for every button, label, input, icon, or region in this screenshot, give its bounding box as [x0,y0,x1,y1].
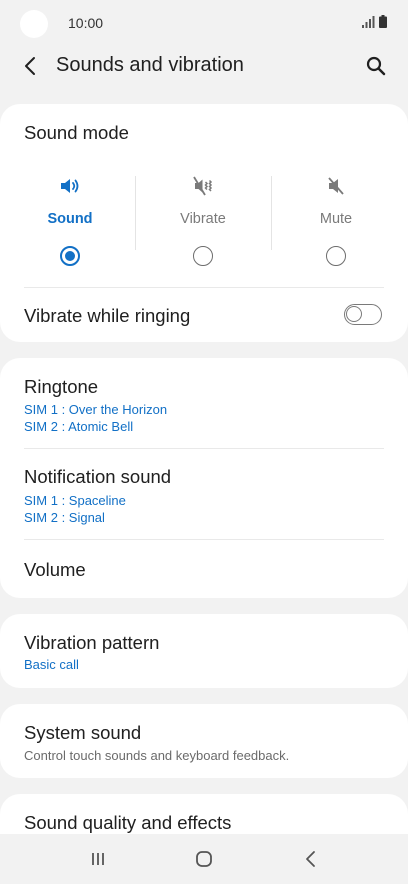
sound-mode-card: Sound mode Sound Vibrate Mute Vibrate wh… [0,104,408,342]
mute-radio[interactable] [326,246,346,266]
vibration-pattern-value: Basic call [24,657,79,672]
system-sound-title: System sound [24,722,142,743]
volume-item[interactable]: Volume [24,559,86,581]
home-icon[interactable] [192,847,216,871]
sound-radio[interactable] [60,246,80,266]
notification-sound-title: Notification sound [24,466,172,487]
signal-icon [362,16,375,28]
divider [24,287,384,288]
back-nav-icon[interactable] [299,847,323,871]
vibrate-icon [193,176,213,196]
sound-mode-title: Sound mode [24,122,129,143]
sound-mode-option-sound[interactable]: Sound [4,170,136,270]
vibration-pattern-title: Vibration pattern [24,632,160,653]
sound-mode-label-sound: Sound [47,211,93,227]
mute-icon [328,177,344,195]
status-time: 10:00 [68,15,104,31]
ringtone-sim2: SIM 2 : Atomic Bell [24,419,134,434]
divider [24,448,384,449]
notification-sound-sim2: SIM 2 : Signal [24,510,105,525]
sound-mode-option-vibrate[interactable]: Vibrate [137,170,269,270]
search-icon[interactable] [364,54,388,78]
ringtone-title: Ringtone [24,376,99,397]
vibrate-while-ringing-toggle[interactable] [344,304,382,325]
page-title: Sounds and vibration [56,54,244,76]
sound-mode-option-mute[interactable]: Mute [270,170,402,270]
system-sound-description: Control touch sounds and keyboard feedba… [24,748,290,763]
system-sound-card[interactable]: System sound Control touch sounds and ke… [0,704,408,778]
sounds-card: Ringtone SIM 1 : Over the Horizon SIM 2 … [0,358,408,598]
vibrate-while-ringing-label[interactable]: Vibrate while ringing [24,305,190,327]
app-bar: Sounds and vibration [0,46,408,86]
speaker-icon [61,179,79,193]
navigation-bar [0,834,408,884]
column-divider [135,176,136,250]
status-bar: 10:00 [0,0,408,46]
sound-quality-title: Sound quality and effects [24,812,232,833]
camera-cutout [20,10,48,38]
vibrate-radio[interactable] [193,246,213,266]
ringtone-sim1: SIM 1 : Over the Horizon [24,402,168,417]
sound-mode-label-vibrate: Vibrate [180,211,226,227]
divider [24,539,384,540]
sound-mode-label-mute: Mute [319,211,353,227]
notification-sound-sim1: SIM 1 : Spaceline [24,493,126,508]
recent-apps-icon[interactable] [86,847,110,871]
toggle-knob [346,306,362,322]
battery-icon [379,15,387,28]
back-icon[interactable] [20,55,42,77]
vibration-pattern-card[interactable]: Vibration pattern Basic call [0,614,408,688]
